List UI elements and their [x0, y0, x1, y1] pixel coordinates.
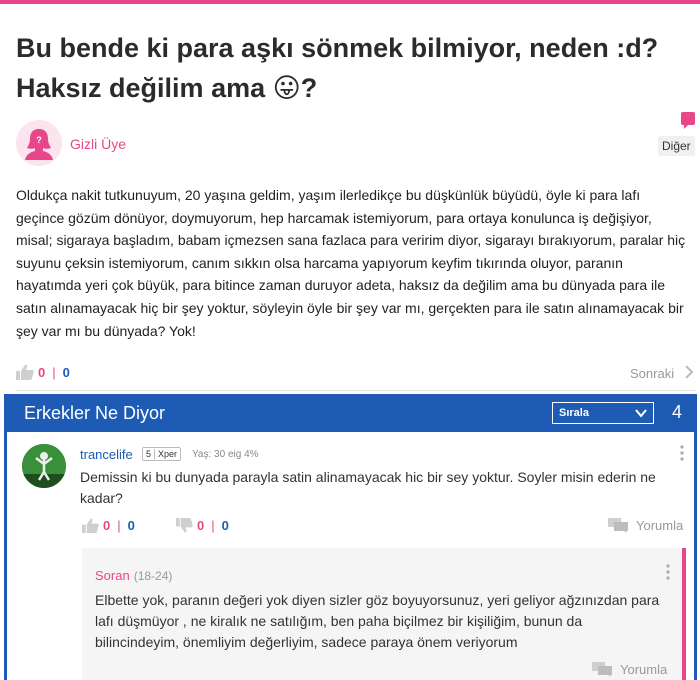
asker-comment: Soran (18-24) Elbette yok, paranın değeri… — [82, 548, 686, 680]
user-badge: Xper — [154, 449, 180, 459]
comment-author-age: (18-24) — [133, 569, 173, 583]
answers-panel-header: Erkekler Ne Diyor Sırala 4 — [4, 394, 697, 432]
answer-upvotes: 0 | 0 — [82, 518, 135, 533]
comment-author-line: Soran (18-24) — [95, 568, 172, 583]
comment-reply-label: Yorumla — [620, 662, 668, 677]
answer-reply-label: Yorumla — [636, 518, 684, 533]
top-accent-bar — [0, 0, 700, 4]
answer-count: 4 — [672, 402, 683, 422]
user-level: 5 — [146, 449, 152, 459]
thumbs-down-icon[interactable] — [176, 518, 193, 533]
next-question-link[interactable]: Sonraki — [630, 366, 674, 381]
sort-label: Sırala — [559, 407, 589, 419]
comment-text: Elbette yok, paranın değeri yok diyen si… — [95, 592, 660, 650]
comment-icon — [592, 662, 612, 677]
kebab-menu-icon[interactable] — [680, 445, 684, 461]
answer-like-neg-count: 0 — [127, 518, 135, 533]
question-title: Bu bende ki para aşkı sönmek bilmiyor, n… — [16, 33, 659, 103]
answer-dislike-neg-count: 0 — [221, 518, 229, 533]
category-badge[interactable]: Diğer — [658, 136, 695, 156]
answers-panel-title: Erkekler Ne Diyor — [24, 403, 166, 423]
question-votes: 0 | 0 — [16, 364, 70, 380]
kebab-menu-icon[interactable] — [666, 564, 670, 580]
vote-separator: | — [52, 364, 56, 380]
chevron-down-icon — [635, 409, 647, 418]
answer-downvotes: 0 | 0 — [176, 518, 229, 533]
user-level-badge: 5 Xper — [142, 447, 182, 461]
answer-like-count: 0 — [103, 518, 111, 533]
female-avatar-icon[interactable]: ? — [16, 120, 62, 166]
flag-icon[interactable] — [681, 112, 695, 129]
chevron-right-icon[interactable] — [683, 365, 695, 379]
comment-author[interactable]: Soran — [95, 568, 130, 583]
thumbs-up-icon[interactable] — [16, 364, 34, 380]
answer-reply-button[interactable]: Yorumla — [608, 518, 683, 533]
answer-text: Demissin ki bu dunyada parayla satin ali… — [80, 469, 656, 506]
vote-separator: | — [117, 518, 121, 533]
answer-dislike-count: 0 — [197, 518, 205, 533]
comment-icon — [608, 518, 628, 533]
vote-separator: | — [211, 518, 215, 533]
question-body: Oldukça nakit tutkunuyum, 20 yaşına geld… — [16, 187, 686, 339]
dislike-count: 0 — [62, 364, 70, 380]
sort-dropdown[interactable]: Sırala — [552, 402, 654, 424]
comment-reply-button[interactable]: Yorumla — [592, 662, 667, 677]
svg-text:?: ? — [36, 135, 42, 145]
like-count: 0 — [38, 364, 46, 380]
section-divider — [16, 390, 696, 391]
user-avatar[interactable] — [22, 444, 66, 488]
thumbs-up-icon[interactable] — [82, 518, 99, 533]
user-meta: Yaş: 30 eig 4% — [192, 449, 259, 460]
author-link[interactable]: Gizli Üye — [70, 136, 126, 152]
answer-username[interactable]: trancelife — [80, 447, 133, 462]
